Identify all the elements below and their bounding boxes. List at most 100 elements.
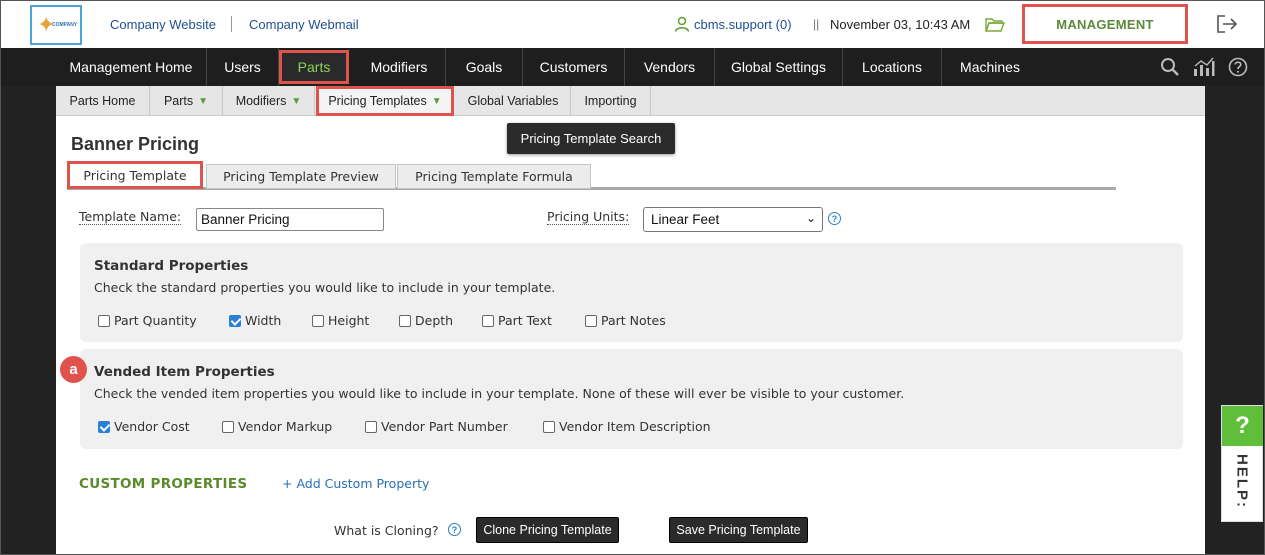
chevron-down-icon: ⌄ (805, 211, 816, 225)
pricing-units-label: Pricing Units: (547, 209, 630, 225)
clone-pricing-template-button[interactable]: Clone Pricing Template (476, 517, 619, 543)
subnav-pricing-templates-label: Pricing Templates (328, 94, 427, 108)
left-gutter (0, 86, 56, 555)
checkbox-part-text[interactable]: Part Text (482, 313, 552, 328)
checkbox-box[interactable] (585, 314, 597, 327)
checkbox-label: Vendor Markup (238, 419, 333, 434)
checkbox-box[interactable] (482, 314, 494, 327)
help-side-tab[interactable]: ? HELP: (1221, 405, 1263, 522)
checkbox-vendor-part-number[interactable]: Vendor Part Number (365, 419, 508, 434)
subnav-importing[interactable]: Importing (571, 86, 651, 116)
save-pricing-template-button[interactable]: Save Pricing Template (669, 517, 808, 543)
folder-icon[interactable] (985, 16, 1005, 33)
subnav-modifiers[interactable]: Modifiers ▼ (223, 86, 315, 116)
chevron-down-icon: ▼ (198, 95, 209, 107)
checkbox-box[interactable] (229, 314, 241, 327)
current-datetime: November 03, 10:43 AM (830, 17, 971, 32)
checkbox-label: Part Text (498, 313, 552, 328)
checkbox-width[interactable]: Width (229, 313, 281, 328)
standard-properties-title: Standard Properties (94, 258, 249, 274)
checkbox-vendor-markup[interactable]: Vendor Markup (222, 419, 332, 434)
checkbox-label: Part Notes (601, 313, 666, 328)
checkbox-label: Height (328, 313, 370, 328)
tab-pricing-template-formula[interactable]: Pricing Template Formula (397, 164, 591, 189)
user-icon[interactable] (674, 16, 690, 32)
username-link[interactable]: cbms.support (0) (694, 17, 792, 32)
logo-text: COMPANY (52, 22, 78, 28)
checkbox-box[interactable] (98, 420, 110, 433)
cloning-help-icon[interactable]: ? (448, 523, 461, 536)
vended-item-properties-description: Check the vended item properties you wou… (94, 386, 905, 401)
header-divider: || (813, 17, 820, 31)
company-website-link[interactable]: Company Website (110, 17, 216, 32)
subnav-pricing-templates[interactable]: Pricing Templates ▼ (316, 86, 454, 116)
help-question-icon: ? (1222, 406, 1263, 446)
nav-global-settings[interactable]: Global Settings (715, 48, 843, 86)
nav-users[interactable]: Users (207, 48, 279, 86)
nav-parts[interactable]: Parts (279, 50, 349, 84)
checkbox-label: Part Quantity (114, 313, 197, 328)
checkbox-box[interactable] (222, 420, 234, 433)
company-logo[interactable]: ✦ COMPANY (30, 5, 82, 45)
subnav-parts-home-label: Parts Home (69, 94, 136, 108)
help-tab-label: HELP: (1233, 454, 1251, 509)
checkbox-box[interactable] (399, 314, 411, 327)
nav-goals[interactable]: Goals (446, 48, 523, 86)
template-name-label: Template Name: (79, 209, 182, 225)
nav-vendors[interactable]: Vendors (625, 48, 715, 86)
checkbox-label: Width (245, 313, 282, 328)
nav-locations[interactable]: Locations (843, 48, 942, 86)
checkbox-box[interactable] (543, 420, 555, 433)
company-webmail-link[interactable]: Company Webmail (249, 17, 359, 32)
template-name-input[interactable] (196, 208, 384, 231)
checkbox-depth[interactable]: Depth (399, 313, 453, 328)
subnav-parts-home[interactable]: Parts Home (56, 86, 150, 116)
tab-pricing-template-preview[interactable]: Pricing Template Preview (206, 164, 396, 189)
tab-pricing-template[interactable]: Pricing Template (67, 161, 203, 189)
nav-modifiers[interactable]: Modifiers (353, 48, 446, 86)
checkbox-label: Depth (415, 313, 454, 328)
annotation-marker: a (60, 356, 87, 383)
checkbox-box[interactable] (98, 314, 110, 327)
pricing-units-select[interactable]: Linear Feet ⌄ (643, 207, 823, 232)
checkbox-vendor-item-description[interactable]: Vendor Item Description (543, 419, 711, 434)
checkbox-box[interactable] (365, 420, 377, 433)
standard-properties-panel: Standard Properties Check the standard p… (80, 243, 1183, 342)
vended-item-properties-panel: Vended Item Properties Check the vended … (80, 349, 1183, 449)
subnav-modifiers-label: Modifiers (235, 94, 287, 108)
logout-icon[interactable] (1216, 15, 1238, 33)
checkbox-box[interactable] (312, 314, 324, 327)
nav-management-home[interactable]: Management Home (56, 48, 207, 86)
checkbox-label: Vendor Item Description (559, 419, 711, 434)
what-is-cloning-label: What is Cloning? (334, 523, 439, 538)
checkbox-part-notes[interactable]: Part Notes (585, 313, 666, 328)
pricing-template-search-menu-item[interactable]: Pricing Template Search (507, 123, 675, 154)
vended-item-properties-title: Vended Item Properties (94, 364, 275, 380)
standard-properties-description: Check the standard properties you would … (94, 280, 556, 295)
management-button[interactable]: MANAGEMENT (1022, 4, 1188, 44)
search-icon[interactable] (1160, 57, 1180, 77)
chevron-down-icon: ▼ (431, 95, 442, 107)
custom-properties-title: CUSTOM PROPERTIES (79, 476, 248, 492)
checkbox-height[interactable]: Height (312, 313, 369, 328)
pricing-units-value: Linear Feet (651, 212, 720, 227)
checkbox-vendor-cost[interactable]: Vendor Cost (98, 419, 190, 434)
add-custom-property-link[interactable]: + Add Custom Property (282, 476, 429, 491)
subnav-importing-label: Importing (584, 94, 637, 108)
subnav-parts-label: Parts (163, 94, 194, 108)
subnav-global-variables-label: Global Variables (467, 94, 559, 108)
chevron-down-icon: ▼ (291, 95, 302, 107)
help-icon[interactable] (1228, 57, 1248, 77)
top-header: ✦ COMPANY Company Website Company Webmai… (0, 0, 1265, 48)
checkbox-label: Vendor Part Number (381, 419, 508, 434)
checkbox-part-quantity[interactable]: Part Quantity (98, 313, 197, 328)
page-title: Banner Pricing (71, 134, 200, 154)
checkbox-label: Vendor Cost (114, 419, 190, 434)
subnav-parts[interactable]: Parts ▼ (150, 86, 223, 116)
header-separator (231, 16, 232, 32)
pricing-units-help-icon[interactable]: ? (828, 212, 841, 225)
nav-machines[interactable]: Machines (942, 48, 1038, 86)
subnav-global-variables[interactable]: Global Variables (456, 86, 571, 116)
nav-customers[interactable]: Customers (523, 48, 625, 86)
bar-chart-icon[interactable] (1193, 57, 1215, 77)
